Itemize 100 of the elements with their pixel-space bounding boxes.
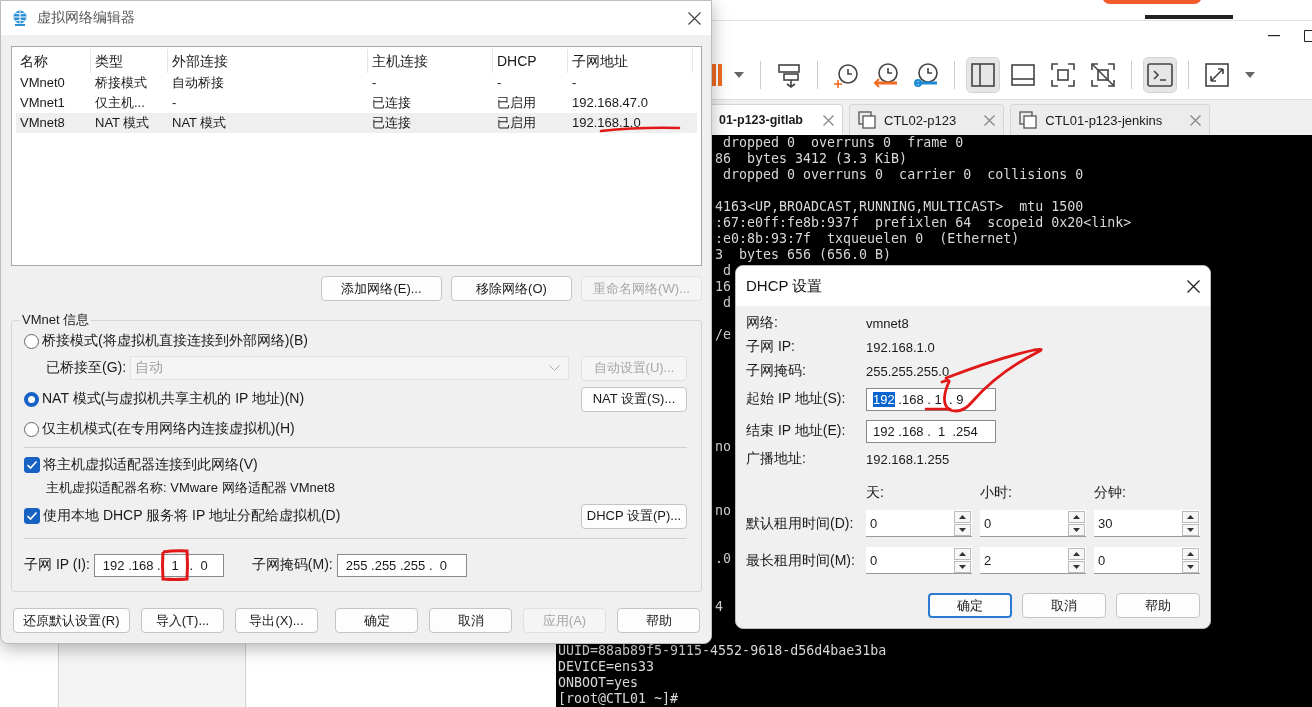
maximize-icon[interactable] bbox=[1304, 29, 1312, 42]
table-cell-text: - bbox=[571, 74, 578, 92]
sidebar-button[interactable] bbox=[967, 57, 999, 92]
terminal-line: 4 bbox=[714, 599, 723, 615]
table-cell-text: 已连接 bbox=[371, 94, 412, 112]
list-row[interactable]: VMnet8 NAT 模式 NAT 模式 已连接 已启用 192.168.1.0 bbox=[16, 113, 697, 133]
close-icon[interactable] bbox=[1187, 279, 1200, 293]
dialog-button[interactable]: 导入(T)... bbox=[141, 608, 224, 633]
number-spinner[interactable]: 0 bbox=[866, 510, 972, 537]
option-label[interactable]: NAT 模式(与虚拟机共享主机的 IP 地址)(N) bbox=[42, 390, 305, 408]
window-title: 虚拟网络编辑器 bbox=[37, 9, 135, 27]
terminal-line: dropped 0 overruns 0 frame 0 bbox=[722, 135, 964, 151]
list-row[interactable]: VMnet0 桥接模式 自动桥接 - - - bbox=[16, 73, 697, 93]
adapter-name-text: 主机虚拟适配器名称: VMware 网络适配器 VMnet8 bbox=[46, 479, 335, 497]
column-label: 小时: bbox=[980, 484, 1013, 502]
table-cell-text: 已连接 bbox=[371, 114, 412, 132]
subnet-mask-field[interactable]: 255 .255 .255 . 0 bbox=[336, 553, 467, 577]
table-cell-text: 仅主机... bbox=[94, 94, 146, 112]
option-label[interactable]: 桥接模式(将虚拟机直接连接到外部网络)(B) bbox=[42, 332, 308, 350]
vm-tab[interactable]: CTL01-p123-jenkins bbox=[1010, 104, 1211, 135]
terminal-line: no bbox=[714, 439, 731, 455]
minimize-icon[interactable] bbox=[1268, 34, 1280, 37]
dialog-button[interactable]: 帮助 bbox=[1116, 593, 1200, 618]
table-cell-text: - bbox=[496, 74, 503, 92]
chevron-icon bbox=[549, 365, 561, 371]
terminal-line: :e0:8b:93:7f txqueuelen 0 (Ethernet) bbox=[714, 231, 1020, 247]
dhcp-checkbox[interactable] bbox=[24, 508, 40, 524]
dialog-button[interactable]: 确定 bbox=[928, 593, 1012, 618]
terminal-line: 86 bytes 3412 (3.3 KiB) bbox=[714, 151, 908, 167]
radio-button[interactable] bbox=[24, 391, 39, 407]
table-cell-text: - bbox=[371, 74, 378, 92]
column-header[interactable]: 主机连接 bbox=[368, 49, 493, 73]
column-header[interactable]: 子网地址 bbox=[568, 49, 693, 73]
number-spinner[interactable]: 30 bbox=[1094, 510, 1200, 537]
field-value: 192.168.1.0 bbox=[866, 339, 935, 355]
dhcp-settings-button[interactable]: DHCP 设置(P)... bbox=[581, 503, 687, 529]
caret-icon[interactable] bbox=[734, 71, 744, 78]
tab-label: 01-p123-gitlab bbox=[718, 113, 803, 127]
column-header[interactable]: 类型 bbox=[91, 49, 168, 73]
column-label: 分钟: bbox=[1094, 484, 1127, 502]
column-header[interactable]: DHCP bbox=[493, 49, 568, 73]
dialog-button[interactable]: 帮助 bbox=[617, 608, 700, 633]
end-ip-field[interactable]: 192 .168 . 1 .254 bbox=[866, 419, 996, 443]
table-cell-text: 自动桥接 bbox=[171, 74, 225, 92]
column-header[interactable]: 外部连接 bbox=[168, 49, 368, 73]
table-cell-text: VMnet1 bbox=[19, 94, 66, 112]
table-cell-text: NAT 模式 bbox=[94, 114, 151, 132]
table-cell-text: NAT 模式 bbox=[171, 114, 228, 132]
field-label: 子网掩码(M): bbox=[251, 556, 333, 574]
start-ip-field[interactable]: 192 .168 . 1 . 9 bbox=[866, 387, 996, 411]
radio-button[interactable] bbox=[24, 333, 39, 349]
console-button[interactable] bbox=[1144, 57, 1176, 92]
column-header[interactable]: 名称 bbox=[16, 49, 91, 73]
radio-button[interactable] bbox=[24, 421, 39, 437]
terminal-line: d bbox=[722, 295, 731, 311]
number-spinner[interactable]: 0 bbox=[866, 547, 972, 574]
globe-icon bbox=[11, 9, 29, 27]
table-cell-text: VMnet8 bbox=[19, 114, 66, 132]
vm-tab[interactable]: CTL02-p123 bbox=[849, 104, 1005, 135]
table-cell-text: 已启用 bbox=[496, 94, 537, 112]
vm-icon bbox=[1019, 111, 1038, 129]
field-label: 已桥接至(G): bbox=[46, 359, 127, 377]
subnet-ip-field[interactable]: 192 .168 . 1 . 0 bbox=[93, 553, 224, 577]
terminal-line: DEVICE=ens33 bbox=[557, 659, 655, 675]
field-value: 255.255.255.0 bbox=[866, 363, 950, 379]
dialog-button[interactable]: 取消 bbox=[429, 608, 512, 633]
field-label: 子网掩码: bbox=[746, 362, 807, 380]
option-label[interactable]: 使用本地 DHCP 服务将 IP 地址分配给虚拟机(D) bbox=[43, 507, 341, 525]
field-label: 结束 IP 地址(E): bbox=[746, 422, 847, 440]
caret-icon[interactable] bbox=[1245, 71, 1255, 78]
terminal-line: /e bbox=[714, 327, 731, 343]
dialog-button[interactable]: 确定 bbox=[335, 608, 418, 633]
field-label: 最长租用时间(M): bbox=[746, 551, 856, 570]
number-spinner[interactable]: 2 bbox=[980, 547, 1086, 574]
field-value: vmnet8 bbox=[866, 315, 909, 331]
list-action-button[interactable]: 添加网络(E)... bbox=[321, 276, 442, 301]
list-action-button[interactable]: 移除网络(O) bbox=[451, 276, 572, 301]
adapter-checkbox[interactable] bbox=[24, 457, 40, 473]
column-label: 天: bbox=[866, 484, 885, 502]
group-title: VMnet 信息 bbox=[21, 311, 91, 329]
number-spinner[interactable]: 0 bbox=[980, 510, 1086, 537]
terminal-line: 4163<UP,BROADCAST,RUNNING,MULTICAST> mtu 1500 bbox=[714, 199, 1084, 215]
terminal-line: UUID=88ab89f5-9115-4552-9618-d56d4bae31ba bbox=[557, 643, 887, 659]
terminal-line: d bbox=[722, 263, 731, 279]
field-label: 起始 IP 地址(S): bbox=[746, 390, 847, 408]
number-spinner[interactable]: 0 bbox=[1094, 547, 1200, 574]
option-label[interactable]: 仅主机模式(在专用网络内连接虚拟机)(H) bbox=[42, 420, 295, 438]
table-cell-text: 桥接模式 bbox=[94, 74, 148, 92]
terminal-line: [root@CTL01 ~]# bbox=[557, 691, 679, 707]
field-label: 网络: bbox=[746, 314, 779, 332]
option-label[interactable]: 将主机虚拟适配器连接到此网络(V) bbox=[43, 456, 258, 474]
dialog-button[interactable]: 还原默认设置(R) bbox=[13, 608, 130, 633]
terminal-line: .0 bbox=[714, 551, 731, 567]
terminal-line: 16 bbox=[714, 279, 731, 295]
dialog-button[interactable]: 导出(X)... bbox=[235, 608, 318, 633]
terminal-line: no bbox=[714, 503, 731, 519]
close-icon[interactable] bbox=[688, 11, 701, 25]
nat-settings-button[interactable]: NAT 设置(S)... bbox=[581, 386, 687, 412]
dialog-button[interactable]: 取消 bbox=[1022, 593, 1106, 618]
table-cell-text: - bbox=[171, 94, 178, 112]
